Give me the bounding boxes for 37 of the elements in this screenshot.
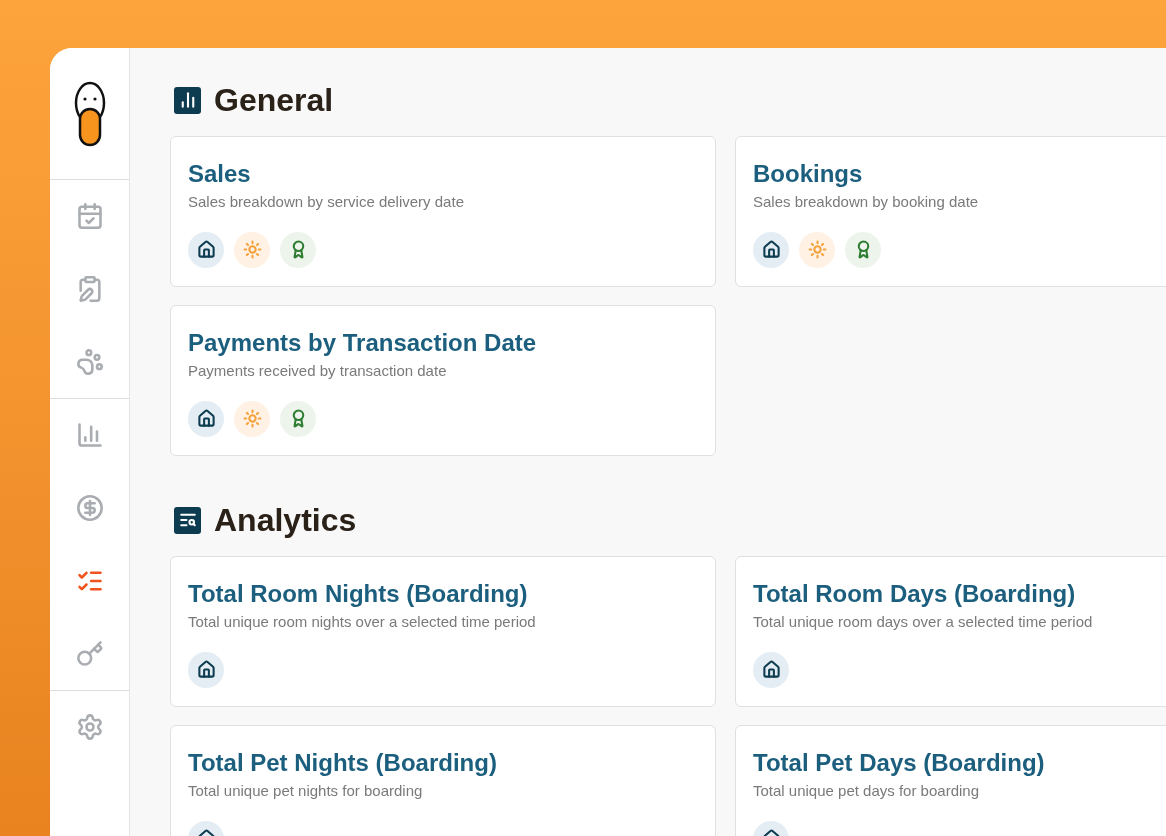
- house-icon: [188, 400, 224, 437]
- report-card[interactable]: Bookings Sales breakdown by booking date: [735, 136, 1166, 287]
- section-heading: General: [214, 84, 334, 116]
- card-description: Payments received by transaction date: [188, 361, 448, 381]
- card-description: Total unique pet nights for boarding: [188, 781, 424, 801]
- section-heading: Analytics: [214, 504, 357, 536]
- report-card[interactable]: Sales Sales breakdown by service delivery date: [170, 136, 716, 287]
- chart-icon: [174, 86, 201, 114]
- card-description: Total unique room days over a selected time period: [753, 612, 1094, 632]
- house-icon: [753, 651, 789, 688]
- sun-icon: [234, 231, 270, 268]
- sun-icon: [799, 231, 835, 268]
- card-description: Total unique pet days for boarding: [753, 781, 980, 801]
- report-card[interactable]: Total Pet Nights (Boarding) Total unique pet nights for boarding: [170, 725, 716, 836]
- card-description: Sales breakdown by booking date: [753, 192, 980, 212]
- award-icon: [280, 400, 316, 437]
- award-icon: [280, 231, 316, 268]
- house-icon: [753, 231, 789, 268]
- bird-logo-icon[interactable]: [73, 80, 106, 147]
- house-icon: [188, 231, 224, 268]
- card-title: Total Pet Nights (Boarding): [188, 748, 498, 778]
- card-title: Sales: [188, 159, 252, 189]
- card-title: Total Pet Days (Boarding): [753, 748, 1046, 778]
- sun-icon: [234, 400, 270, 437]
- card-description: Total unique room nights over a selected time period: [188, 612, 537, 632]
- award-icon: [845, 231, 881, 268]
- report-card[interactable]: Total Pet Days (Boarding) Total unique pet days for boarding: [735, 725, 1166, 836]
- card-title: Bookings: [753, 159, 864, 189]
- report-card[interactable]: Payments by Transaction Date Payments received by transaction date: [170, 305, 716, 456]
- report-card[interactable]: Total Room Days (Boarding) Total unique room days over a selected time period: [735, 556, 1166, 707]
- card-title: Total Room Nights (Boarding): [188, 579, 529, 609]
- card-description: Sales breakdown by service delivery date: [188, 192, 465, 212]
- card-title: Payments by Transaction Date: [188, 328, 538, 358]
- report-card[interactable]: Total Room Nights (Boarding) Total unique room nights over a selected time period: [170, 556, 716, 707]
- house-icon: [188, 651, 224, 688]
- card-title: Total Room Days (Boarding): [753, 579, 1077, 609]
- search-list-icon: [174, 506, 201, 534]
